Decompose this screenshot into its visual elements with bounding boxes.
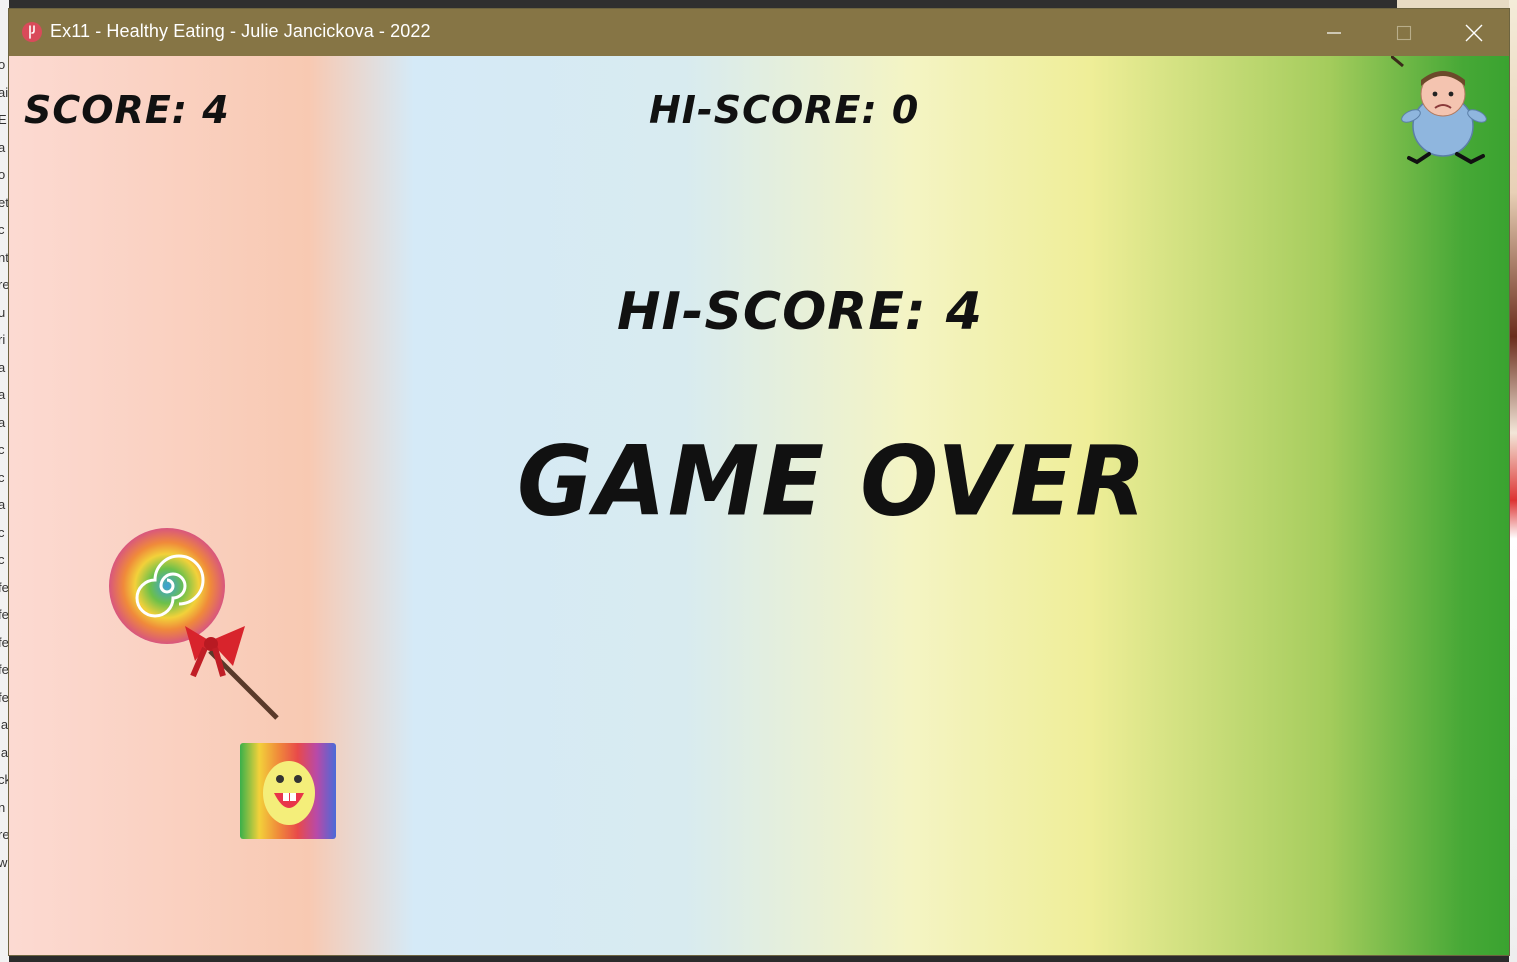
desktop-top-right-edge — [1397, 0, 1517, 9]
desktop-text-fragment: w — [0, 854, 8, 870]
desktop-text-fragment: o — [0, 167, 6, 182]
desktop-text-fragment: fe — [0, 689, 9, 705]
player-character — [1391, 56, 1487, 165]
desktop-text-fragment: re — [0, 277, 9, 292]
desktop-text-fragment: fe — [0, 579, 9, 595]
desktop-text-fragment: a — [0, 387, 6, 402]
desktop-text-fragment: la — [0, 744, 9, 760]
desktop-text-fragment: a — [0, 414, 6, 430]
minimize-icon — [1327, 31, 1341, 34]
close-icon — [1465, 24, 1483, 41]
score-label: SCORE: 4 — [24, 88, 230, 132]
desktop-text-fragment: c — [0, 524, 5, 540]
desktop-text-fragment: ri — [0, 332, 6, 347]
app-icon — [22, 22, 42, 42]
desktop-text-fragment: a — [0, 359, 6, 375]
game-window: Ex11 - Healthy Eating - Julie Jancickova… — [9, 9, 1509, 955]
lollipop — [109, 528, 279, 720]
desktop-top-edge — [0, 0, 1517, 9]
title-bar[interactable]: Ex11 - Healthy Eating - Julie Jancickova… — [9, 9, 1509, 56]
desktop-text-fragment: fe — [0, 662, 9, 677]
desktop-text-fragment: c — [0, 222, 5, 237]
maximize-icon — [1396, 25, 1412, 40]
close-button[interactable] — [1439, 9, 1509, 56]
desktop-text-fragment: nt — [0, 249, 9, 265]
game-canvas[interactable]: SCORE: 4 HI-SCORE: 0 HI-SCORE: 4 GAME OV… — [9, 56, 1509, 955]
desktop-text-fragment: ai — [0, 84, 9, 100]
desktop-text-fragment: fe — [0, 634, 9, 650]
desktop-text-fragment: ck — [0, 772, 9, 787]
desktop-text-fragment: n — [0, 799, 6, 815]
hiscore-top-label: HI-SCORE: 0 — [649, 88, 920, 132]
desktop-right-strip — [1509, 0, 1517, 962]
desktop-text-fragment: la — [0, 717, 9, 732]
desktop-text-fragment: fe — [0, 607, 9, 622]
desktop-text-fragment: E — [0, 112, 7, 127]
desktop-text-fragment: u — [0, 304, 6, 320]
desktop-text-fragment: c — [0, 552, 5, 567]
maximize-button[interactable] — [1369, 9, 1439, 56]
minimize-button[interactable] — [1299, 9, 1369, 56]
candy-smiley-box — [240, 743, 336, 839]
desktop-text-fragment: a — [0, 139, 6, 155]
desktop-text-fragment: c — [0, 442, 5, 457]
hiscore-center-label: HI-SCORE: 4 — [617, 282, 983, 342]
game-over-label: GAME OVER — [517, 425, 1148, 538]
desktop-text-fragment: et — [0, 194, 9, 210]
desktop-text-fragment: o — [0, 57, 6, 72]
desktop-left-strip: oaiEaoetcntreuriaaaccaccfefefefefelalack… — [0, 0, 9, 962]
desktop-text-fragment: c — [0, 469, 5, 485]
desktop-text-fragment: a — [0, 497, 6, 512]
window-title: Ex11 - Healthy Eating - Julie Jancickova… — [50, 21, 431, 41]
desktop-text-fragment: re — [0, 827, 9, 842]
